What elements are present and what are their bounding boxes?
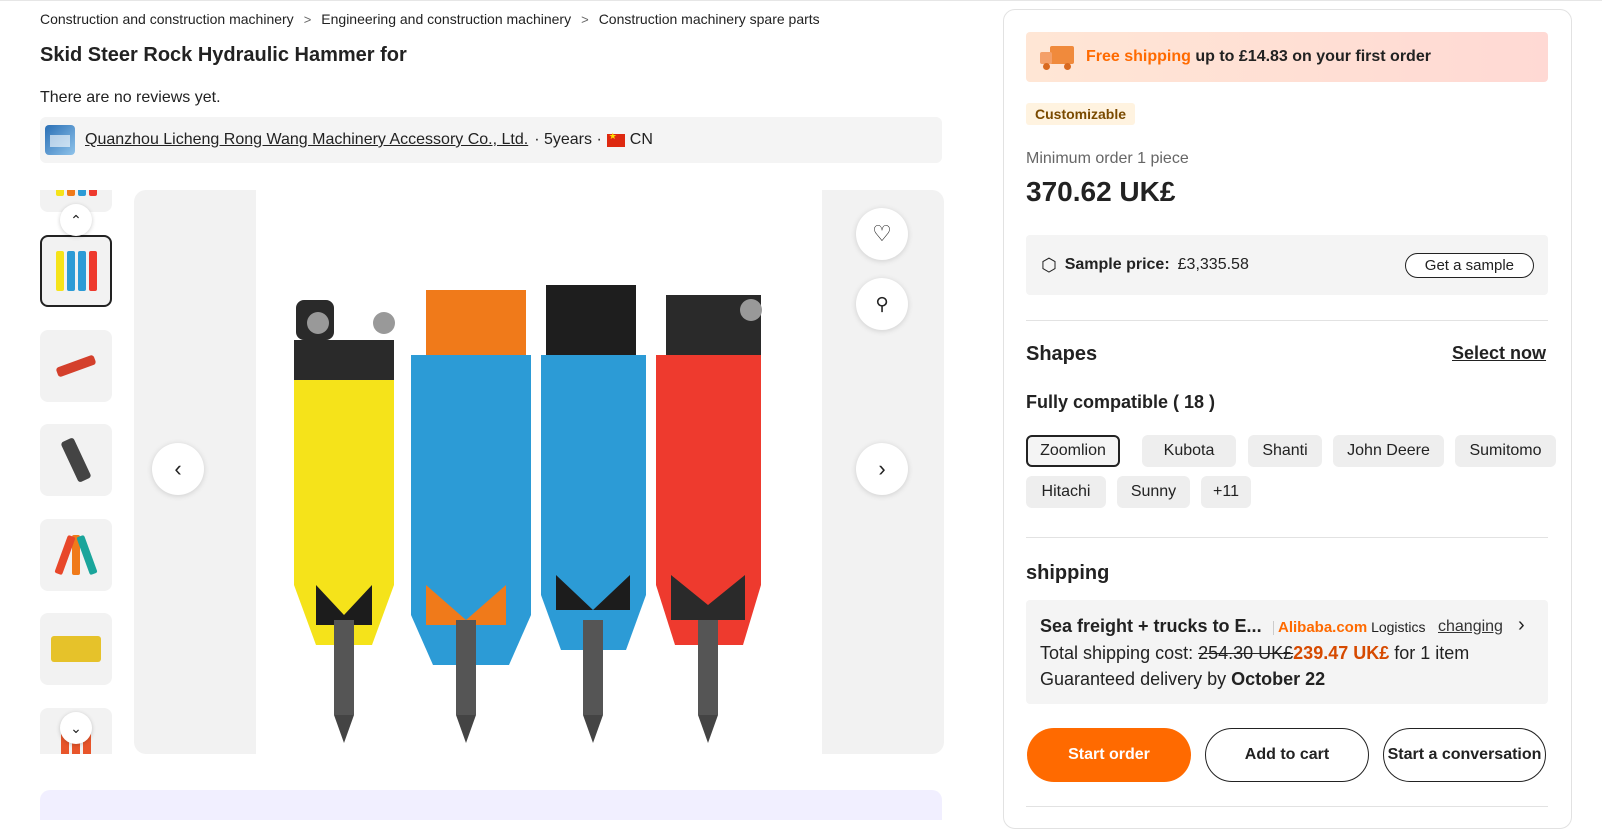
hammer-blue-2 [541,285,646,743]
chevron-right-icon: > [303,11,312,27]
get-sample-button[interactable]: Get a sample [1404,253,1534,278]
china-flag-icon [606,131,625,147]
free-shipping-banner: Free shipping up to £14.83 on your first… [1026,32,1548,82]
thumbnail-image [54,534,98,576]
thumbnail[interactable] [40,519,112,591]
brand-chip-selected[interactable]: Zoomlion [1026,435,1120,467]
sample-price-value: £3,335.58 [1177,256,1249,273]
thumbnail[interactable] [40,613,112,685]
thumbnail-image [55,190,97,196]
thumbnail-image [51,636,101,662]
image-background [256,190,822,754]
top-divider [0,0,1602,1]
breadcrumb-item[interactable]: Construction and construction machinery [40,11,294,27]
brand-chip[interactable]: Sunny [1117,476,1190,508]
delivery-date: October 22 [1231,669,1326,689]
divider [1026,806,1548,807]
breadcrumb: Construction and construction machinery … [40,11,820,27]
shipping-box[interactable]: Sea freight + trucks to E... Alibaba.com… [1026,600,1548,704]
supplier-bar: Quanzhou Licheng Rong Wang Machinery Acc… [40,117,942,163]
total-shipping-cost: Total shipping cost: 254.30 UK£239.47 UK… [1040,643,1470,663]
alibaba-logistics-logo: Alibaba.com Logistics [1273,619,1426,636]
purchase-panel [1003,9,1572,829]
chevron-right-icon: > [581,11,589,27]
thumbnail-image [55,354,97,378]
supplier-name-link[interactable]: Quanzhou Licheng Rong Wang Machinery Acc… [85,131,528,149]
chevron-right-icon[interactable]: › [856,443,908,495]
new-shipping-cost: 239.47 UK£ [1293,643,1390,663]
product-price: 370.62 UK£ [1026,176,1176,207]
hammer-blue-1 [411,290,531,743]
chevron-right-icon[interactable]: › [1518,614,1525,637]
customizable-badge: Customizable [1026,103,1136,125]
truck-icon [1040,44,1076,70]
shipping-method: Sea freight + trucks to E... [1040,616,1262,636]
hammer-yellow [294,300,395,743]
brand-chip[interactable]: Sumitomo [1455,435,1556,467]
image-search-icon[interactable]: ⚲ [856,278,908,330]
brand-chip[interactable]: Kubota [1142,435,1236,467]
supplier-years: · 5years · [534,131,602,148]
add-to-cart-button[interactable]: Add to cart [1205,728,1369,782]
box-icon: ⬡ [1041,254,1057,275]
start-conversation-button[interactable]: Start a conversation [1383,728,1546,782]
reviews-text: There are no reviews yet. [40,89,221,106]
change-shipping-link[interactable]: changing [1438,618,1503,636]
compatibility-label: Fully compatible ( 18 ) [1026,392,1216,412]
supplier-country: CN [629,131,653,148]
thumbnail[interactable] [40,424,112,496]
hydraulic-hammers-image [294,285,762,743]
sample-price-box: ⬡ Sample price: £3,335.58 Get a sample [1026,235,1548,295]
shipping-heading: shipping [1026,562,1110,584]
free-shipping-text: up to £14.83 on your first order [1190,48,1431,65]
chevron-up-icon[interactable]: ⌃ [60,204,92,236]
product-title: Skid Steer Rock Hydraulic Hammer for [40,44,407,66]
thumbnail-selected[interactable] [40,235,112,307]
chevron-left-icon[interactable]: ‹ [152,443,204,495]
thumbnail-image [60,437,92,483]
minimum-order: Minimum order 1 piece [1026,150,1189,167]
breadcrumb-item[interactable]: Construction machinery spare parts [599,11,820,27]
supplier-logo [45,125,75,155]
brand-chip[interactable]: Hitachi [1026,476,1106,508]
brand-chip[interactable]: John Deere [1333,435,1444,467]
free-shipping-label: Free shipping [1086,48,1191,65]
divider [1026,320,1548,321]
thumbnail[interactable] [40,330,112,402]
brand-chip[interactable]: Shanti [1248,435,1322,467]
hammer-red [656,295,762,743]
select-now-link[interactable]: Select now [1452,343,1546,364]
breadcrumb-item[interactable]: Engineering and construction machinery [321,11,571,27]
shapes-heading: Shapes [1026,343,1098,365]
more-brands-chip[interactable]: +11 [1201,476,1251,508]
delivery-guarantee: Guaranteed delivery by October 22 [1040,669,1326,689]
thumbnail-strip: ⌃ ⌄ [40,190,112,754]
start-order-button[interactable]: Start order [1027,728,1191,782]
main-product-image[interactable]: ♡ ⚲ ‹ › [134,190,944,754]
divider [1026,537,1548,538]
old-shipping-cost: 254.30 UK£ [1198,643,1294,663]
chevron-down-icon[interactable]: ⌄ [60,712,92,744]
sample-price-label: Sample price: [1064,256,1170,273]
bottom-section [40,790,942,820]
thumbnail-image [55,251,97,291]
heart-icon[interactable]: ♡ [856,208,908,260]
